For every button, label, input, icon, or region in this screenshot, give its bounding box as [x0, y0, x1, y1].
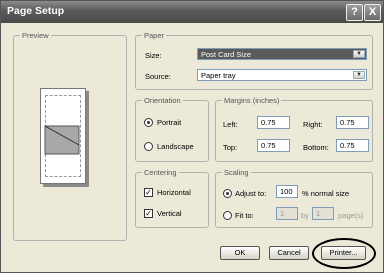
preview-content-icon	[44, 125, 80, 155]
portrait-label[interactable]: Portrait	[157, 118, 181, 127]
checkmark-icon: ✓	[145, 209, 152, 218]
orientation-label: Orientation	[142, 96, 183, 105]
title-bar[interactable]: Page Setup ? X	[1, 1, 383, 23]
size-select[interactable]: Post Card Size ▼	[197, 48, 367, 60]
margin-bottom-input[interactable]: 0.75	[336, 139, 369, 152]
size-label: Size:	[145, 51, 162, 60]
source-select[interactable]: Paper tray ▼	[197, 69, 367, 81]
pages-label: page(s)	[338, 211, 364, 220]
close-button[interactable]: X	[364, 4, 381, 21]
orientation-group: Orientation	[135, 96, 209, 162]
margin-left-label: Left:	[223, 120, 238, 129]
percent-normal-size-label: % normal size	[302, 189, 350, 198]
portrait-radio[interactable]	[144, 118, 153, 127]
vertical-checkbox[interactable]: ✓	[144, 209, 153, 218]
horizontal-checkbox[interactable]: ✓	[144, 188, 153, 197]
preview-group: Preview	[13, 31, 127, 241]
margin-right-label: Right:	[303, 120, 323, 129]
help-icon: ?	[351, 6, 358, 18]
highlight-circle	[312, 238, 376, 269]
chevron-down-icon[interactable]: ▼	[353, 50, 365, 58]
fit-wide-input[interactable]: 1	[276, 207, 298, 220]
scaling-label: Scaling	[222, 168, 251, 177]
margin-top-label: Top:	[223, 143, 238, 152]
margin-right-input[interactable]: 0.75	[336, 116, 369, 129]
adjust-percent-input[interactable]: 100	[276, 185, 298, 198]
source-label: Source:	[145, 72, 171, 81]
margin-top-input[interactable]: 0.75	[257, 139, 290, 152]
chevron-down-icon[interactable]: ▼	[353, 71, 365, 79]
preview-label: Preview	[20, 31, 51, 40]
vertical-label[interactable]: Vertical	[157, 209, 182, 218]
page-preview	[40, 88, 86, 184]
landscape-radio[interactable]	[144, 142, 153, 151]
paper-group: Paper	[135, 31, 373, 90]
close-icon: X	[368, 6, 377, 18]
fit-tall-input[interactable]: 1	[312, 207, 334, 220]
source-value: Paper tray	[201, 71, 236, 80]
centering-group: Centering	[135, 168, 209, 228]
margin-left-input[interactable]: 0.75	[257, 116, 290, 129]
radio-selected-dot	[147, 121, 150, 124]
radio-selected-dot	[226, 192, 229, 195]
margins-label: Margins (inches)	[222, 96, 282, 105]
adjust-to-radio[interactable]	[223, 189, 232, 198]
horizontal-label[interactable]: Horizontal	[157, 188, 191, 197]
window-title: Page Setup	[7, 5, 65, 17]
ok-button[interactable]: OK	[220, 246, 260, 260]
cancel-button[interactable]: Cancel	[269, 246, 309, 260]
margin-bottom-label: Bottom:	[303, 143, 329, 152]
fit-to-label[interactable]: Fit to:	[235, 211, 254, 220]
size-value: Post Card Size	[201, 50, 252, 59]
help-button[interactable]: ?	[346, 4, 363, 21]
margins-group: Margins (inches)	[215, 96, 373, 162]
landscape-label[interactable]: Landscape	[157, 142, 194, 151]
adjust-to-label[interactable]: Adjust to:	[235, 189, 266, 198]
page-setup-dialog: Page Setup ? X Preview Paper Size: Post …	[0, 0, 384, 273]
checkmark-icon: ✓	[145, 188, 152, 197]
by-label: by	[301, 211, 309, 220]
centering-label: Centering	[142, 168, 179, 177]
fit-to-radio[interactable]	[223, 211, 232, 220]
paper-label: Paper	[142, 31, 167, 40]
